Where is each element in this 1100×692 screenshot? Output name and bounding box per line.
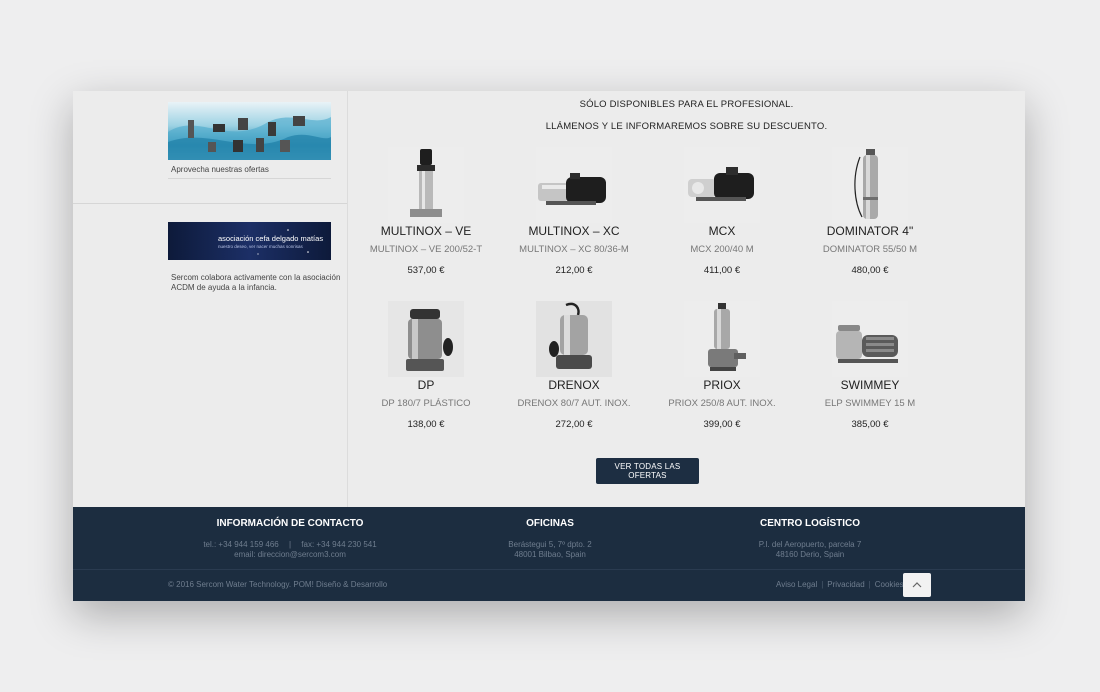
privacy-link[interactable]: Privacidad	[827, 580, 864, 589]
product-name: MULTINOX – VE	[380, 224, 472, 238]
product-name: SWIMMEY	[840, 378, 900, 392]
product-name: MULTINOX – XC	[528, 224, 620, 238]
product-card[interactable]: SWIMMEY ELP SWIMMEY 15 M 385,00 €	[795, 301, 945, 430]
product-price: 537,00 €	[407, 265, 445, 276]
offices-info: OFICINAS Berástegui 5, 7º dpto. 2 48001 …	[430, 518, 670, 560]
product-price: 385,00 €	[851, 419, 889, 430]
offers-caption: Aprovecha nuestras ofertas	[171, 165, 269, 174]
product-price: 272,00 €	[555, 419, 593, 430]
credit-link[interactable]: POM! Diseño & Desarrollo	[293, 580, 387, 589]
association-banner-subtitle: nuestro deseo, ver nacer muchas sonrisas	[218, 244, 303, 249]
borehole-pump-icon	[832, 147, 908, 223]
product-name: PRIOX	[703, 378, 741, 392]
logistics-heading: CENTRO LOGÍSTICO	[760, 518, 860, 529]
association-caption-line1: Sercom colabora activamente con la asoci…	[171, 273, 341, 282]
association-caption-line2: ACDM de ayuda a la infancia.	[171, 283, 277, 292]
contact-info: INFORMACIÓN DE CONTACTO tel.: +34 944 15…	[170, 518, 410, 560]
product-model: MULTINOX – XC 80/36-M	[519, 244, 629, 255]
submersible-pump-icon	[536, 301, 612, 377]
horizontal-pump-icon	[684, 147, 760, 223]
vertical-pump-icon	[388, 147, 464, 223]
product-price: 399,00 €	[703, 419, 741, 430]
association-banner[interactable]: asociación cefa delgado matías nuestro d…	[168, 222, 331, 260]
separator: |	[868, 580, 871, 589]
offices-heading: OFICINAS	[526, 518, 574, 529]
product-model: MULTINOX – VE 200/52-T	[369, 244, 483, 255]
product-price: 212,00 €	[555, 265, 593, 276]
product-name: DOMINATOR 4"	[826, 224, 914, 238]
offices-line1: Berástegui 5, 7º dpto. 2	[508, 540, 592, 549]
horizontal-pump-icon	[536, 147, 612, 223]
product-price: 480,00 €	[851, 265, 889, 276]
product-name: DRENOX	[548, 378, 600, 392]
view-all-offers-button[interactable]: VER TODAS LAS OFERTAS	[596, 458, 699, 484]
back-to-top-button[interactable]	[903, 573, 931, 597]
promo-line-1: SÓLO DISPONIBLES PARA EL PROFESIONAL.	[579, 99, 794, 110]
divider	[73, 203, 347, 204]
logistics-info: CENTRO LOGÍSTICO P.I. del Aeropuerto, pa…	[690, 518, 930, 560]
product-card[interactable]: PRIOX PRIOX 250/8 AUT. INOX. 399,00 €	[647, 301, 797, 430]
phone-text[interactable]: tel.: +34 944 159 466	[203, 540, 278, 549]
product-model: PRIOX 250/8 AUT. INOX.	[668, 398, 776, 409]
pool-pump-icon	[832, 301, 908, 377]
divider	[168, 178, 331, 179]
product-card[interactable]: DP DP 180/7 PLÁSTICO 138,00 €	[351, 301, 501, 430]
separator: |	[288, 540, 292, 549]
product-name: DP	[417, 378, 435, 392]
product-card[interactable]: MCX MCX 200/40 M 411,00 €	[647, 147, 797, 276]
sidebar: Aprovecha nuestras ofertas asociación ce…	[73, 91, 348, 507]
product-model: DOMINATOR 55/50 M	[822, 244, 918, 255]
separator: |	[821, 580, 824, 589]
product-model: DRENOX 80/7 AUT. INOX.	[517, 398, 631, 409]
footer-divider	[73, 569, 1025, 570]
promo-line-2: LLÁMENOS Y LE INFORMAREMOS SOBRE SU DESC…	[545, 121, 828, 132]
email-link[interactable]: email: direccion@sercom3.com	[170, 550, 410, 560]
product-name: MCX	[708, 224, 736, 238]
legal-links: Aviso Legal | Privacidad | Cookies	[776, 580, 904, 589]
legal-notice-link[interactable]: Aviso Legal	[776, 580, 817, 589]
submersible-pump-icon	[388, 301, 464, 377]
product-model: ELP SWIMMEY 15 M	[824, 398, 916, 409]
offers-section: SÓLO DISPONIBLES PARA EL PROFESIONAL. LL…	[348, 91, 1025, 507]
page-frame: Aprovecha nuestras ofertas asociación ce…	[73, 91, 1025, 601]
chevron-up-icon	[912, 582, 922, 588]
product-card[interactable]: DOMINATOR 4" DOMINATOR 55/50 M 480,00 €	[795, 147, 945, 276]
fax-text: fax: +34 944 230 541	[301, 540, 377, 549]
product-card[interactable]: MULTINOX – XC MULTINOX – XC 80/36-M 212,…	[499, 147, 649, 276]
association-banner-title: asociación cefa delgado matías	[218, 234, 324, 243]
sewage-pump-icon	[684, 301, 760, 377]
logistics-line1: P.I. del Aeropuerto, parcela 7	[758, 540, 862, 549]
product-price: 138,00 €	[407, 419, 445, 430]
product-price: 411,00 €	[703, 265, 741, 276]
offers-banner[interactable]	[168, 102, 331, 160]
cookies-link[interactable]: Cookies	[875, 580, 904, 589]
logistics-line2: 48160 Derio, Spain	[775, 550, 845, 559]
product-card[interactable]: MULTINOX – VE MULTINOX – VE 200/52-T 537…	[351, 147, 501, 276]
product-model: DP 180/7 PLÁSTICO	[381, 398, 471, 409]
product-card[interactable]: DRENOX DRENOX 80/7 AUT. INOX. 272,00 €	[499, 301, 649, 430]
copyright: © 2016 Sercom Water Technology. POM! Dis…	[168, 580, 387, 589]
offices-line2: 48001 Bilbao, Spain	[514, 550, 586, 559]
contact-heading: INFORMACIÓN DE CONTACTO	[216, 518, 364, 529]
footer: INFORMACIÓN DE CONTACTO tel.: +34 944 15…	[73, 507, 1025, 601]
product-model: MCX 200/40 M	[690, 244, 754, 255]
copyright-text: © 2016 Sercom Water Technology.	[168, 580, 292, 589]
